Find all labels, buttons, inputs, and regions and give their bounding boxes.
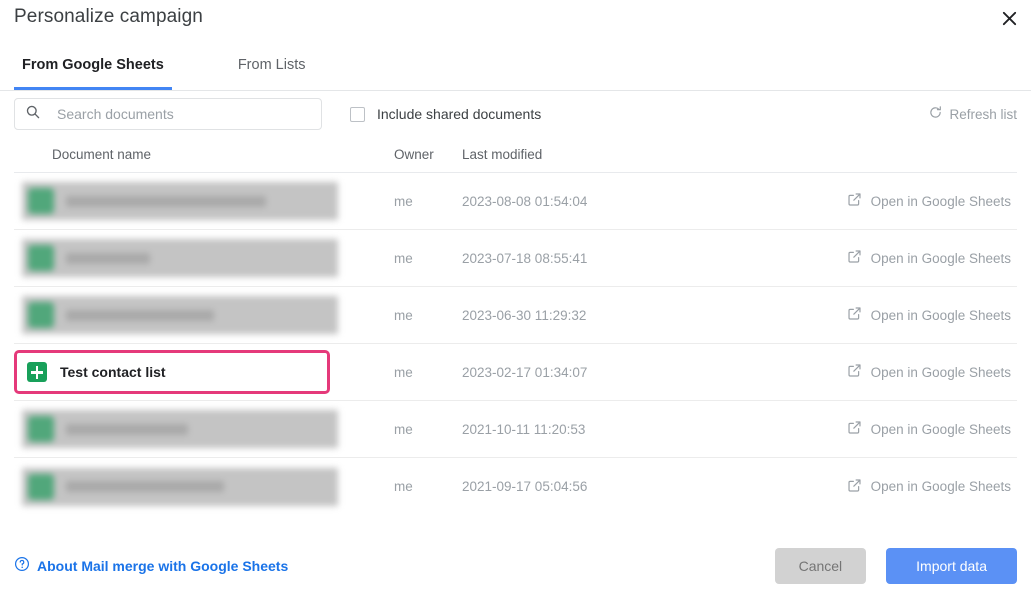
refresh-icon <box>928 105 949 123</box>
open-in-google-sheets-link[interactable]: Open in Google Sheets <box>782 249 1017 267</box>
open-link-label: Open in Google Sheets <box>870 307 1011 323</box>
tab-from-google-sheets[interactable]: From Google Sheets <box>14 45 172 90</box>
cell-last-modified: 2023-07-18 08:55:41 <box>462 250 588 266</box>
page-title: Personalize campaign <box>14 6 203 27</box>
column-header-last-modified: Last modified <box>462 147 543 162</box>
google-sheets-icon <box>28 416 54 442</box>
table-row[interactable]: me 2023-08-08 01:54:04 Open in Google Shee… <box>14 173 1017 230</box>
table-row[interactable]: me 2021-10-11 11:20:53 Open in Google Shee… <box>14 401 1017 458</box>
cell-document-name[interactable] <box>14 239 394 277</box>
search-input[interactable] <box>55 105 311 123</box>
cell-owner: me <box>394 193 413 209</box>
documents-table: Document name Owner Last modified me 2023… <box>0 137 1031 535</box>
about-mail-merge-label: About Mail merge with Google Sheets <box>37 557 289 574</box>
cell-owner: me <box>394 421 413 437</box>
open-in-google-sheets-link[interactable]: Open in Google Sheets <box>782 363 1017 381</box>
about-mail-merge-link[interactable]: About Mail merge with Google Sheets <box>14 556 288 575</box>
cell-last-modified: 2021-09-17 05:04:56 <box>462 479 588 494</box>
google-sheets-icon <box>28 245 54 271</box>
open-link-label: Open in Google Sheets <box>870 421 1011 437</box>
google-sheets-icon <box>28 473 54 500</box>
footer-buttons: Cancel Import data <box>774 547 1017 584</box>
dialog-header: Personalize campaign <box>0 0 1031 45</box>
open-in-google-sheets-link[interactable]: Open in Google Sheets <box>782 478 1017 496</box>
external-link-icon <box>847 363 871 381</box>
include-shared-label: Include shared documents <box>377 106 542 122</box>
cell-document-name[interactable]: Test contact list <box>14 350 394 394</box>
redacted-text-bar <box>66 195 266 207</box>
table-body: me 2023-08-08 01:54:04 Open in Google Shee… <box>14 173 1017 515</box>
table-row[interactable]: me 2023-07-18 08:55:41 Open in Google Shee… <box>14 230 1017 287</box>
redacted-document-name <box>22 182 338 220</box>
redacted-document-name <box>22 467 338 506</box>
cell-owner: me <box>394 479 413 494</box>
import-data-button[interactable]: Import data <box>886 547 1017 584</box>
cancel-button[interactable]: Cancel <box>774 547 867 584</box>
external-link-icon <box>847 192 871 210</box>
cell-document-name[interactable] <box>14 467 394 506</box>
open-link-label: Open in Google Sheets <box>870 479 1011 494</box>
google-sheets-icon <box>28 302 54 328</box>
cell-last-modified: 2021-10-11 11:20:53 <box>462 421 586 437</box>
external-link-icon <box>847 420 871 438</box>
include-shared-checkbox[interactable] <box>350 106 365 122</box>
search-icon <box>25 104 41 125</box>
open-in-google-sheets-link[interactable]: Open in Google Sheets <box>782 306 1017 324</box>
redacted-document-name <box>22 296 338 334</box>
cell-owner: me <box>394 364 413 380</box>
cell-owner: me <box>394 307 413 323</box>
google-sheets-icon <box>28 188 54 214</box>
dialog-footer: About Mail merge with Google Sheets Canc… <box>0 535 1031 596</box>
open-in-google-sheets-link[interactable]: Open in Google Sheets <box>782 192 1017 210</box>
column-header-owner: Owner <box>394 147 434 162</box>
selected-document-row-highlight[interactable]: Test contact list <box>14 350 330 394</box>
document-name-label: Test contact list <box>60 364 166 380</box>
table-row[interactable]: Test contact list me 2023-02-17 01:34:07 Op… <box>14 344 1017 401</box>
table-header-row: Document name Owner Last modified <box>14 137 1017 173</box>
external-link-icon <box>847 249 871 267</box>
cell-document-name[interactable] <box>14 296 394 334</box>
external-link-icon <box>847 478 871 496</box>
redacted-text-bar <box>66 423 188 435</box>
help-circle-icon <box>14 556 37 575</box>
open-link-label: Open in Google Sheets <box>870 364 1011 380</box>
tab-from-lists[interactable]: From Lists <box>230 45 314 90</box>
cell-owner: me <box>394 250 413 266</box>
refresh-list-label: Refresh list <box>949 106 1017 122</box>
table-row[interactable]: me 2023-06-30 11:29:32 Open in Google Shee… <box>14 287 1017 344</box>
column-header-document-name: Document name <box>52 147 152 162</box>
redacted-text-bar <box>66 252 150 264</box>
tab-label: From Lists <box>237 57 306 73</box>
cell-last-modified: 2023-08-08 01:54:04 <box>462 193 588 209</box>
refresh-list-button[interactable]: Refresh list <box>928 105 1017 123</box>
cell-document-name[interactable] <box>14 182 394 220</box>
cell-last-modified: 2023-06-30 11:29:32 <box>462 307 587 323</box>
toolbar: Include shared documents Refresh list <box>0 91 1031 137</box>
search-box[interactable] <box>14 98 322 130</box>
open-link-label: Open in Google Sheets <box>870 193 1011 209</box>
include-shared-documents-toggle[interactable]: Include shared documents <box>350 106 541 122</box>
redacted-document-name <box>22 239 338 277</box>
open-link-label: Open in Google Sheets <box>870 250 1011 266</box>
redacted-document-name <box>22 410 338 448</box>
personalize-campaign-dialog: Personalize campaign From Google Sheets … <box>0 0 1031 596</box>
redacted-text-bar <box>66 309 214 321</box>
tab-label: From Google Sheets <box>22 57 164 73</box>
external-link-icon <box>847 306 871 324</box>
cell-document-name[interactable] <box>14 410 394 448</box>
google-sheets-icon <box>27 362 47 382</box>
open-in-google-sheets-link[interactable]: Open in Google Sheets <box>782 420 1017 438</box>
redacted-text-bar <box>66 481 224 492</box>
cell-last-modified: 2023-02-17 01:34:07 <box>462 364 588 380</box>
close-icon[interactable] <box>991 0 1027 36</box>
tab-bar: From Google Sheets From Lists <box>0 45 1031 91</box>
table-row[interactable]: me 2021-09-17 05:04:56 Open in Google Shee… <box>14 458 1017 515</box>
